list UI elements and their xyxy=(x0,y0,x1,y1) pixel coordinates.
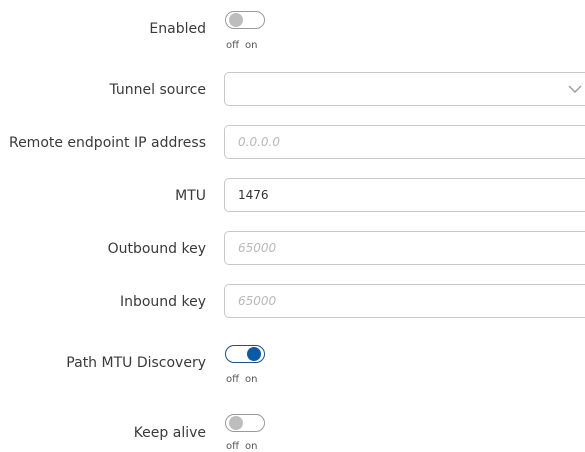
outbound-key-input[interactable]: 65000 xyxy=(224,231,585,265)
chevron-down-icon xyxy=(568,85,582,93)
enabled-toggle-caption: off on xyxy=(226,40,263,52)
inbound-key-input[interactable]: 65000 xyxy=(224,284,585,318)
path-mtu-discovery-toggle-caption: off on xyxy=(226,374,263,386)
mtu-label: MTU xyxy=(175,188,206,204)
keep-alive-label: Keep alive xyxy=(133,425,206,441)
toggle-knob xyxy=(247,347,261,361)
keep-alive-toggle[interactable] xyxy=(225,414,265,432)
off-label: off xyxy=(226,374,240,385)
on-label: on xyxy=(245,374,258,385)
path-mtu-discovery-label: Path MTU Discovery xyxy=(66,355,206,371)
keep-alive-toggle-caption: off on xyxy=(226,441,263,452)
off-label: off xyxy=(226,441,240,452)
tunnel-source-select[interactable] xyxy=(224,72,585,106)
toggle-knob xyxy=(229,416,243,430)
path-mtu-discovery-toggle[interactable] xyxy=(225,345,265,363)
remote-endpoint-label: Remote endpoint IP address xyxy=(8,135,206,151)
off-label: off xyxy=(226,40,240,51)
gre-tunnel-form: Enabled off on Tunnel source Remote endpo… xyxy=(0,0,585,452)
tunnel-source-label: Tunnel source xyxy=(109,82,207,98)
on-label: on xyxy=(245,40,258,51)
outbound-key-label: Outbound key xyxy=(107,241,206,257)
inbound-key-label: Inbound key xyxy=(119,294,206,310)
enabled-toggle[interactable] xyxy=(225,11,265,29)
enabled-label: Enabled xyxy=(149,21,206,37)
on-label: on xyxy=(245,441,258,452)
mtu-input[interactable]: 1476 xyxy=(224,178,585,212)
remote-endpoint-input[interactable]: 0.0.0.0 xyxy=(224,125,585,159)
toggle-knob xyxy=(229,13,243,27)
